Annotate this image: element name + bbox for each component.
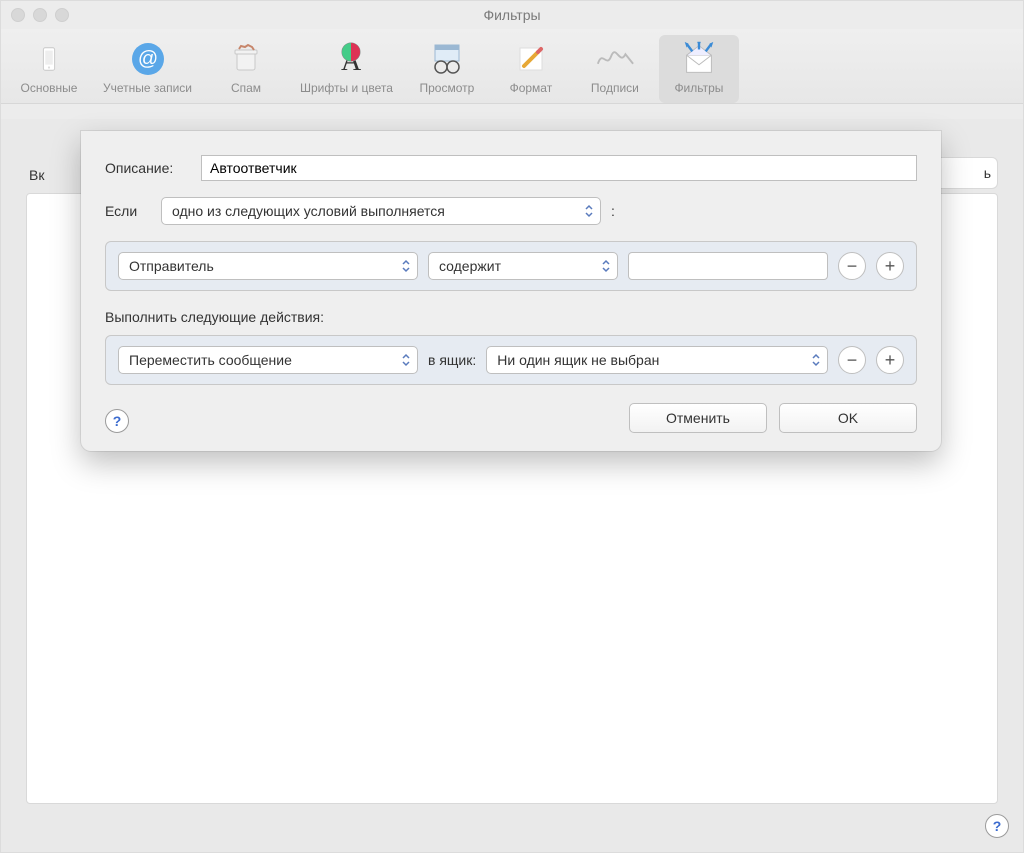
action-block: Переместить сообщение в ящик: Ни один ящ…: [105, 335, 917, 385]
condition-mode-dropdown[interactable]: одно из следующих условий выполняется: [161, 197, 601, 225]
rules-envelope-icon: [679, 39, 719, 79]
add-condition-button[interactable]: +: [876, 252, 904, 280]
plus-icon: +: [885, 351, 896, 369]
remove-action-button[interactable]: −: [838, 346, 866, 374]
toolbar-accounts[interactable]: @ Учетные записи: [93, 35, 202, 103]
window-title: Фильтры: [1, 7, 1023, 23]
toolbar-label: Основные: [21, 81, 78, 95]
chevron-updown-icon: [811, 353, 821, 367]
sheet-footer: Отменить OK: [105, 403, 917, 433]
description-label: Описание:: [105, 160, 191, 176]
trash-icon: [226, 39, 266, 79]
actions-label: Выполнить следующие действия:: [105, 309, 324, 325]
actions-label-row: Выполнить следующие действия:: [105, 309, 917, 325]
condition-block: Отправитель содержит − +: [105, 241, 917, 291]
toolbar-label: Просмотр: [420, 81, 475, 95]
description-input[interactable]: [201, 155, 917, 181]
font-color-icon: A: [326, 39, 366, 79]
chevron-updown-icon: [584, 204, 594, 218]
svg-text:@: @: [137, 48, 157, 70]
toolbar-label: Фильтры: [674, 81, 723, 95]
dropdown-value: содержит: [439, 258, 501, 274]
toolbar-label: Спам: [231, 81, 261, 95]
button-label: OK: [838, 410, 858, 426]
add-action-button[interactable]: +: [876, 346, 904, 374]
colon: :: [611, 203, 615, 219]
preferences-window: Фильтры Основные @ Учетные записи Спам: [0, 0, 1024, 853]
toolbar-fonts-colors[interactable]: A Шрифты и цвета: [290, 35, 403, 103]
rule-editor-sheet: Описание: Если одно из следующих условий…: [81, 131, 941, 451]
dropdown-value: Ни один ящик не выбран: [497, 352, 659, 368]
at-sign-icon: @: [128, 39, 168, 79]
if-row: Если одно из следующих условий выполняет…: [105, 197, 917, 225]
toolbar-composing[interactable]: Формат: [491, 35, 571, 103]
minus-icon: −: [847, 351, 858, 369]
plus-icon: +: [885, 257, 896, 275]
titlebar: Фильтры: [1, 1, 1023, 29]
minus-icon: −: [847, 257, 858, 275]
button-label: Отменить: [666, 410, 730, 426]
toolbar-label: Учетные записи: [103, 81, 192, 95]
help-button[interactable]: ?: [985, 814, 1009, 838]
mailbox-label: в ящик:: [428, 352, 476, 368]
toolbar-signatures[interactable]: Подписи: [575, 35, 655, 103]
toolbar-junk[interactable]: Спам: [206, 35, 286, 103]
column-header-partial: Вк: [29, 167, 44, 183]
condition-field-dropdown[interactable]: Отправитель: [118, 252, 418, 280]
dropdown-value: одно из следующих условий выполняется: [172, 203, 445, 219]
question-icon: ?: [113, 413, 122, 429]
condition-operator-dropdown[interactable]: содержит: [428, 252, 618, 280]
condition-value-input[interactable]: [628, 252, 828, 280]
chevron-updown-icon: [601, 259, 611, 273]
toolbar-rules[interactable]: Фильтры: [659, 35, 739, 103]
dropdown-value: Отправитель: [129, 258, 214, 274]
button-label-partial: ь: [984, 165, 991, 181]
remove-condition-button[interactable]: −: [838, 252, 866, 280]
chevron-updown-icon: [401, 259, 411, 273]
sheet-help-button[interactable]: ?: [105, 409, 129, 433]
mailbox-dropdown[interactable]: Ни один ящик не выбран: [486, 346, 828, 374]
preferences-toolbar: Основные @ Учетные записи Спам A: [1, 29, 1023, 104]
chevron-updown-icon: [401, 353, 411, 367]
phone-icon: [29, 39, 69, 79]
ok-button[interactable]: OK: [779, 403, 917, 433]
action-type-dropdown[interactable]: Переместить сообщение: [118, 346, 418, 374]
dropdown-value: Переместить сообщение: [129, 352, 292, 368]
toolbar-viewing[interactable]: Просмотр: [407, 35, 487, 103]
compose-icon: [511, 39, 551, 79]
toolbar-label: Формат: [510, 81, 553, 95]
cancel-button[interactable]: Отменить: [629, 403, 767, 433]
signature-icon: [595, 39, 635, 79]
toolbar-general[interactable]: Основные: [9, 35, 89, 103]
toolbar-label: Шрифты и цвета: [300, 81, 393, 95]
reading-glasses-icon: [427, 39, 467, 79]
if-label: Если: [105, 203, 151, 219]
toolbar-label: Подписи: [591, 81, 639, 95]
description-row: Описание:: [105, 155, 917, 181]
